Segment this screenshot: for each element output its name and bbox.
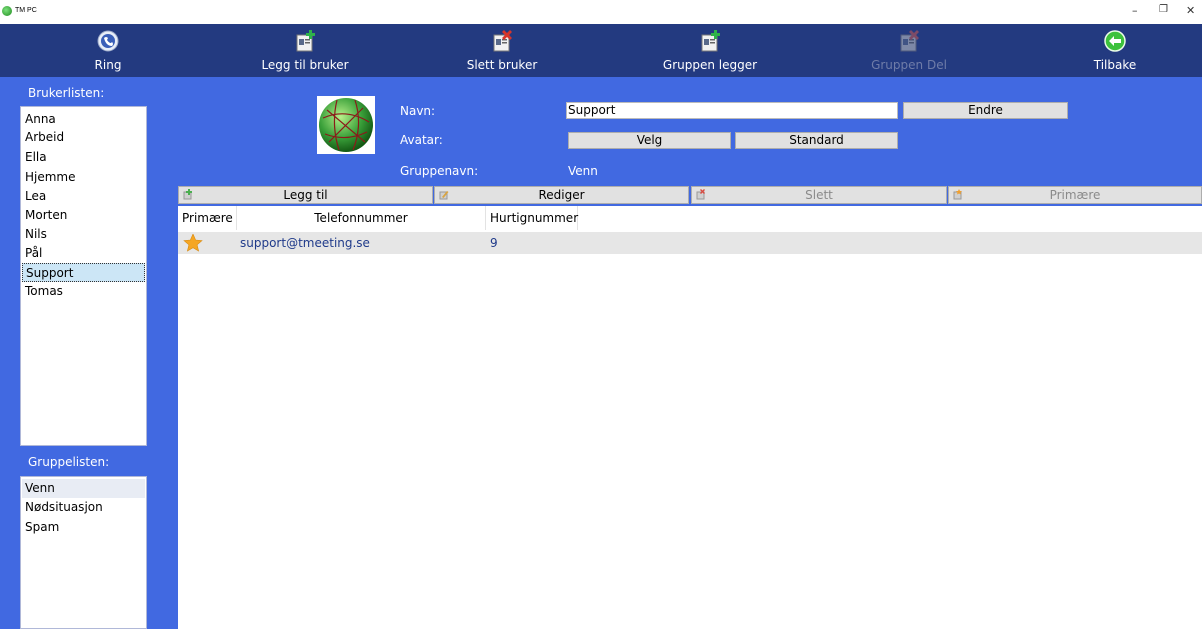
delete-group-button[interactable]: Gruppen Del: [834, 24, 984, 77]
list-item-nils[interactable]: Nils: [25, 225, 47, 244]
group-list-label: Gruppelisten:: [28, 455, 110, 469]
change-button[interactable]: Endre: [903, 102, 1068, 119]
add-group-button[interactable]: Gruppen legger: [635, 24, 785, 77]
add-group-icon: [701, 30, 720, 52]
delete-contact-icon: [493, 30, 512, 52]
delete-group-label: Gruppen Del: [871, 58, 947, 72]
delete-number-icon: [696, 189, 705, 200]
edit-number-label: Rediger: [538, 188, 585, 202]
avatar-label: Avatar:: [400, 133, 443, 147]
list-item-anna[interactable]: Anna: [25, 110, 56, 129]
close-button[interactable]: ✕: [1186, 4, 1195, 17]
phone-globe-icon: [97, 30, 119, 52]
group-name-value: Venn: [568, 164, 598, 178]
delete-number-label: Slett: [805, 188, 833, 202]
add-user-label: Legg til bruker: [261, 58, 349, 72]
col-header-phone[interactable]: Telefonnummer: [237, 206, 486, 230]
ring-label: Ring: [94, 58, 122, 72]
minimize-button[interactable]: –: [1132, 4, 1138, 17]
add-number-icon: [183, 189, 192, 200]
list-item-lea[interactable]: Lea: [25, 187, 46, 206]
delete-user-label: Slett bruker: [466, 58, 538, 72]
back-button[interactable]: Tilbake: [1040, 24, 1190, 77]
group-list: Venn Nødsituasjon Spam: [20, 476, 147, 629]
primary-star-icon: [183, 234, 203, 252]
list-item-nodsituasjon[interactable]: Nødsituasjon: [25, 498, 103, 517]
delete-group-icon: [900, 30, 919, 52]
col-header-speed-dial[interactable]: Hurtignummer: [486, 206, 578, 230]
list-item-hjemme[interactable]: Hjemme: [25, 168, 76, 187]
toolbar: Ring Legg til bruker Slett bruker Gruppe…: [0, 24, 1202, 77]
edit-number-icon: [439, 191, 449, 200]
add-user-button[interactable]: Legg til bruker: [230, 24, 380, 77]
list-item-venn[interactable]: Venn: [22, 479, 145, 498]
globe-avatar-icon: [319, 98, 373, 152]
list-item-support[interactable]: Support: [22, 263, 145, 282]
edit-number-button[interactable]: Rediger: [434, 186, 689, 204]
restore-button[interactable]: ❐: [1159, 4, 1168, 15]
delete-user-button[interactable]: Slett bruker: [427, 24, 577, 77]
add-group-label: Gruppen legger: [662, 58, 758, 72]
primary-number-icon: [953, 189, 962, 200]
ring-button[interactable]: Ring: [33, 24, 183, 77]
list-item-spam[interactable]: Spam: [25, 518, 59, 537]
choose-avatar-button[interactable]: Velg: [568, 132, 731, 149]
add-contact-icon: [296, 30, 315, 52]
app-icon: [2, 6, 12, 16]
add-number-button[interactable]: Legg til: [178, 186, 433, 204]
speed-dial-cell: 9: [490, 236, 498, 250]
list-item-tomas[interactable]: Tomas: [25, 282, 63, 301]
name-label: Navn:: [400, 104, 436, 118]
back-arrow-icon: [1104, 30, 1126, 52]
table-row[interactable]: support@tmeeting.se 9: [178, 232, 1202, 254]
phone-cell: support@tmeeting.se: [240, 236, 370, 250]
number-table: Primære Telefonnummer Hurtignummer suppo…: [178, 206, 1202, 629]
primary-number-label: Primære: [1049, 188, 1101, 202]
title-bar: TM PC – ❐ ✕: [0, 0, 1202, 24]
default-avatar-button[interactable]: Standard: [735, 132, 898, 149]
back-label: Tilbake: [1093, 58, 1137, 72]
primary-number-button[interactable]: Primære: [948, 186, 1202, 204]
window-title: TM PC: [15, 7, 37, 14]
add-number-label: Legg til: [283, 188, 328, 202]
list-item-ella[interactable]: Ella: [25, 148, 47, 167]
user-list-label: Brukerlisten:: [28, 86, 105, 100]
name-input[interactable]: Support: [566, 102, 898, 119]
list-item-morten[interactable]: Morten: [25, 206, 67, 225]
delete-number-button[interactable]: Slett: [691, 186, 947, 204]
list-item-pal[interactable]: Pål: [25, 244, 42, 263]
avatar: [317, 96, 375, 154]
user-list: Anna Arbeid Ella Hjemme Lea Morten Nils …: [20, 106, 147, 446]
col-header-primary[interactable]: Primære: [178, 206, 237, 230]
group-name-label: Gruppenavn:: [400, 164, 479, 178]
list-item-arbeid[interactable]: Arbeid: [25, 128, 64, 147]
